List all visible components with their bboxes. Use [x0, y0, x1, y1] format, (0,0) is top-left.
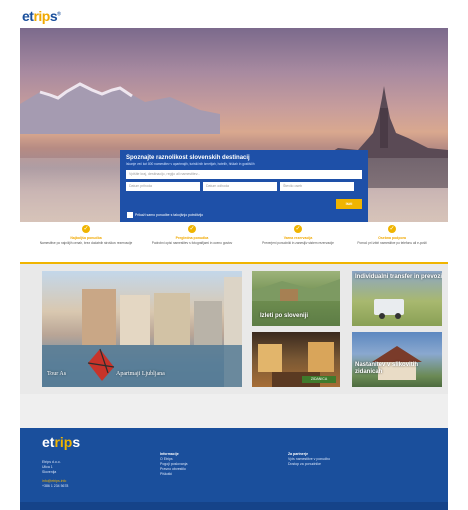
- site-logo[interactable]: etrips®: [22, 8, 61, 24]
- feature-item: ✓ Osebna podpora Pomoč pri izbiri namest…: [342, 225, 442, 245]
- promo-tile-caption: Apartmaji Ljubljana: [116, 371, 165, 377]
- features-strip: ✓ Najboljša ponudba Namestitve po najniž…: [20, 222, 448, 262]
- footer-logo-accent: rip: [54, 434, 73, 450]
- promo-tile-transfers[interactable]: Individualni transfer in prevozi: [352, 271, 442, 326]
- feature-text: Preverjeni ponudniki in zanesljiv sistem…: [262, 241, 334, 245]
- search-fields-row: Datum prihoda Datum odhoda Število oseb: [126, 182, 362, 191]
- departure-date-field[interactable]: Datum odhoda: [203, 182, 277, 191]
- arrival-date-field[interactable]: Datum prihoda: [126, 182, 200, 191]
- check-icon: ✓: [294, 225, 302, 233]
- search-button[interactable]: Išči: [336, 199, 362, 209]
- search-title: Spoznajte raznolikost slovenskih destina…: [126, 155, 250, 161]
- feature-text: Pomoč pri izbiri namestitve po telefonu …: [357, 241, 427, 245]
- check-icon: ✓: [82, 225, 90, 233]
- promo-tile-apartments[interactable]: Tour As Apartmaji Ljubljana: [42, 271, 242, 387]
- feature-title: Najboljša ponudba: [70, 236, 102, 240]
- promo-tiles: Tour As Apartmaji Ljubljana Izleti po sl…: [20, 264, 448, 394]
- feature-item: ✓ Najboljša ponudba Namestitve po najniž…: [36, 225, 136, 245]
- check-icon: ✓: [388, 225, 396, 233]
- promo-tile-wine-cottage[interactable]: ZIDANICA: [252, 332, 340, 387]
- feature-item: ✓ Pregledna ponudba Podrobni opisi names…: [142, 225, 242, 245]
- promo-tile-caption: Individualni transfer in prevozi: [355, 274, 442, 280]
- promo-tile-badge: ZIDANICA: [302, 376, 336, 383]
- site-header: [20, 0, 448, 28]
- company-country: Slovenija: [42, 470, 57, 474]
- instant-confirm-option[interactable]: Prikaži samo ponudbe s takojšnjo potrdit…: [127, 212, 203, 218]
- check-icon: ✓: [188, 225, 196, 233]
- spacer: [20, 394, 448, 428]
- promo-tile-trips[interactable]: Izleti po sloveniji: [252, 271, 340, 326]
- footer-link[interactable]: Dostop za ponudnike: [288, 462, 330, 467]
- guests-field[interactable]: Število oseb: [280, 182, 354, 191]
- footer-contact: Etrips d.o.o. Ulica 1 Slovenija info@etr…: [42, 460, 68, 489]
- mountain-silhouette: [20, 82, 220, 134]
- promo-tile-caption: Izleti po sloveniji: [260, 313, 309, 319]
- feature-text: Namestitve po najnižjih cenah, brez doda…: [39, 241, 133, 245]
- phone-number: +386 1 234 5678: [42, 484, 69, 488]
- house-illustration: [372, 346, 422, 380]
- destination-search-input[interactable]: Vpišite kraj, destinacijo, regijo ali na…: [126, 170, 362, 179]
- search-subtitle: Iskanje več kot 800 namestitev v apartma…: [126, 162, 255, 166]
- footer-logo-text: et: [42, 434, 55, 450]
- logo-accent: rip: [33, 8, 50, 24]
- feature-item: ✓ Varna rezervacija Preverjeni ponudniki…: [248, 225, 348, 245]
- instant-confirm-label: Prikaži samo ponudbe s takojšnjo potrdit…: [135, 213, 204, 217]
- footer-logo-tail: s: [72, 434, 81, 450]
- footer-info-column: Informacije O Etrips Pogoji poslovanja P…: [160, 452, 187, 477]
- site-footer: etrips Etrips d.o.o. Ulica 1 Slovenija i…: [20, 428, 448, 510]
- logo-reg: ®: [57, 11, 61, 18]
- feature-title: Varna rezervacija: [283, 236, 313, 240]
- footer-partner-column: Za partnerje Vpis namestitve v ponudbo D…: [288, 452, 330, 467]
- footer-bottom-bar: [20, 502, 448, 510]
- instant-confirm-checkbox[interactable]: [127, 212, 133, 218]
- footer-link[interactable]: Piškotki: [160, 472, 187, 477]
- promo-tile-cottages[interactable]: Nastanitev v slikovitih zidanicah: [352, 332, 442, 387]
- footer-logo[interactable]: etrips: [42, 434, 80, 450]
- town-illustration: [42, 277, 242, 387]
- promo-tile-label: Tour As: [47, 371, 67, 377]
- feature-title: Osebna podpora: [378, 236, 406, 240]
- feature-text: Podrobni opisi namestitev s fotografijam…: [151, 241, 233, 245]
- logo-text: et: [22, 8, 34, 24]
- feature-title: Pregledna ponudba: [175, 236, 209, 240]
- promo-tile-caption: Nastanitev v slikovitih zidanicah: [355, 362, 419, 375]
